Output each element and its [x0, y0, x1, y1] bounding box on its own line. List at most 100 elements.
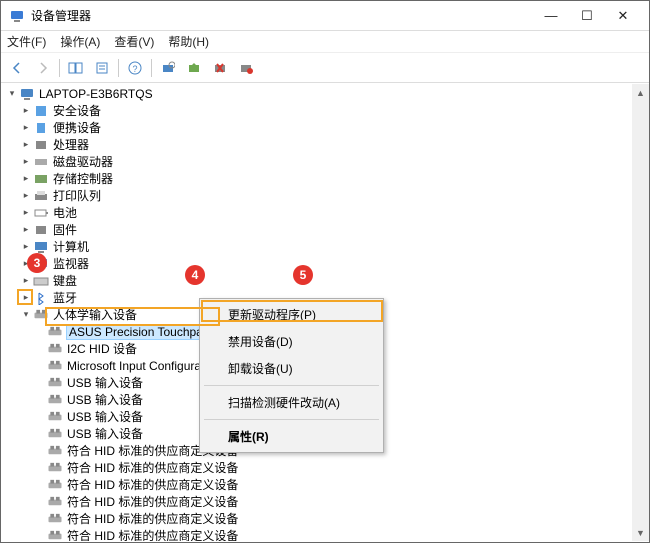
separator: [59, 59, 60, 77]
tree-label: USB 输入设备: [67, 374, 143, 391]
hid-device-icon: [47, 393, 63, 407]
hid-device-icon: [47, 359, 63, 373]
tree-label: 计算机: [53, 238, 89, 255]
expander-icon[interactable]: ▸: [19, 122, 33, 133]
computer-cat-icon: [33, 240, 49, 254]
menu-help[interactable]: 帮助(H): [168, 33, 209, 50]
properties-icon[interactable]: [92, 58, 112, 78]
tree-category[interactable]: ▸打印队列: [1, 187, 649, 204]
tree-label: 符合 HID 标准的供应商定义设备: [67, 476, 238, 493]
separator: [118, 59, 119, 77]
tree-category[interactable]: ▸ 电池: [1, 204, 649, 221]
tree-label: 便携设备: [53, 119, 101, 136]
expander-icon[interactable]: ▸: [19, 275, 33, 286]
tree-item[interactable]: 符合 HID 标准的供应商定义设备: [1, 510, 649, 527]
maximize-button[interactable]: ☐: [569, 8, 605, 24]
tree-category[interactable]: ▸ 磁盘驱动器: [1, 153, 649, 170]
tree-category[interactable]: ▸ 监视器: [1, 255, 649, 272]
tree-label: USB 输入设备: [67, 391, 143, 408]
tree-label: USB 输入设备: [67, 408, 143, 425]
tree-item[interactable]: 符合 HID 标准的供应商定义设备: [1, 459, 649, 476]
hid-device-icon: [47, 376, 63, 390]
expander-icon[interactable]: ▸: [19, 156, 33, 167]
expander-icon[interactable]: ▸: [19, 207, 33, 218]
forward-icon[interactable]: [33, 58, 53, 78]
portable-icon: [33, 121, 49, 135]
menubar: 文件(F) 操作(A) 查看(V) 帮助(H): [1, 31, 649, 53]
storage-icon: [33, 172, 49, 186]
expander-icon[interactable]: ▾: [19, 309, 33, 320]
menu-separator: [204, 419, 379, 420]
tree-label: 符合 HID 标准的供应商定义设备: [67, 510, 238, 527]
menu-uninstall-device[interactable]: 卸载设备(U): [202, 355, 381, 382]
window-title: 设备管理器: [31, 7, 533, 24]
tree-label: 键盘: [53, 272, 77, 289]
tree-item[interactable]: 符合 HID 标准的供应商定义设备: [1, 527, 649, 541]
vertical-scrollbar[interactable]: ▲ ▼: [632, 84, 649, 541]
battery-icon: [33, 206, 49, 220]
menu-file[interactable]: 文件(F): [7, 33, 46, 50]
tree-item[interactable]: 符合 HID 标准的供应商定义设备: [1, 476, 649, 493]
tree-label: 符合 HID 标准的供应商定义设备: [67, 493, 238, 510]
tree-category[interactable]: ▸ 计算机: [1, 238, 649, 255]
menu-view[interactable]: 查看(V): [114, 33, 154, 50]
menu-separator: [204, 385, 379, 386]
tree-category[interactable]: ▸ 处理器: [1, 136, 649, 153]
close-button[interactable]: ✕: [605, 8, 641, 24]
hid-icon: [33, 308, 49, 322]
back-icon[interactable]: [7, 58, 27, 78]
menu-update-driver[interactable]: 更新驱动程序(P): [202, 301, 381, 328]
tree-category[interactable]: ▸ 固件: [1, 221, 649, 238]
tree-category[interactable]: ▸ 便携设备: [1, 119, 649, 136]
app-icon: [9, 8, 25, 24]
tree-label: 安全设备: [53, 102, 101, 119]
svg-text:?: ?: [132, 64, 137, 74]
expander-icon[interactable]: ▸: [19, 224, 33, 235]
hid-device-icon: [47, 529, 63, 542]
context-menu: 更新驱动程序(P) 禁用设备(D) 卸载设备(U) 扫描检测硬件改动(A) 属性…: [199, 298, 384, 453]
hid-device-icon: [47, 512, 63, 526]
tree-label: 固件: [53, 221, 77, 238]
tree-root[interactable]: ▾ LAPTOP-E3B6RTQS: [1, 85, 649, 102]
tree-category[interactable]: ▸ 键盘: [1, 272, 649, 289]
expander-icon[interactable]: ▸: [19, 105, 33, 116]
bluetooth-icon: [33, 291, 49, 305]
tree-category[interactable]: ▸存储控制器: [1, 170, 649, 187]
tree-item[interactable]: 符合 HID 标准的供应商定义设备: [1, 493, 649, 510]
expander-icon[interactable]: ▸: [19, 190, 33, 201]
minimize-button[interactable]: —: [533, 8, 569, 24]
update-driver-icon[interactable]: [184, 58, 204, 78]
tree-label: 处理器: [53, 136, 89, 153]
menu-properties[interactable]: 属性(R): [202, 423, 381, 450]
tree-label: 监视器: [53, 255, 89, 272]
expander-icon[interactable]: ▸: [19, 139, 33, 150]
tree-label: 蓝牙: [53, 289, 77, 306]
tree-label: 磁盘驱动器: [53, 153, 113, 170]
menu-action[interactable]: 操作(A): [60, 33, 100, 50]
show-hidden-icon[interactable]: [66, 58, 86, 78]
help-icon[interactable]: ?: [125, 58, 145, 78]
menu-disable-device[interactable]: 禁用设备(D): [202, 328, 381, 355]
expander-icon[interactable]: ▾: [5, 88, 19, 99]
toolbar: ?: [1, 53, 649, 83]
expander-icon[interactable]: ▸: [19, 292, 33, 303]
disable-icon[interactable]: [236, 58, 256, 78]
scroll-down-icon[interactable]: ▼: [632, 524, 649, 541]
tree-category[interactable]: ▸ 安全设备: [1, 102, 649, 119]
menu-scan-hardware[interactable]: 扫描检测硬件改动(A): [202, 389, 381, 416]
scan-hardware-icon[interactable]: [158, 58, 178, 78]
separator: [151, 59, 152, 77]
hid-device-icon: [47, 427, 63, 441]
tree-label: 符合 HID 标准的供应商定义设备: [67, 459, 238, 476]
tree-label: 人体学输入设备: [53, 306, 137, 323]
expander-icon[interactable]: ▸: [19, 258, 33, 269]
expander-icon[interactable]: ▸: [19, 241, 33, 252]
tree-label: 符合 HID 标准的供应商定义设备: [67, 527, 238, 541]
tree-label: 电池: [53, 204, 77, 221]
keyboard-icon: [33, 274, 49, 288]
scroll-up-icon[interactable]: ▲: [632, 84, 649, 101]
expander-icon[interactable]: ▸: [19, 173, 33, 184]
hid-device-icon: [47, 325, 63, 339]
firmware-icon: [33, 223, 49, 237]
uninstall-icon[interactable]: [210, 58, 230, 78]
